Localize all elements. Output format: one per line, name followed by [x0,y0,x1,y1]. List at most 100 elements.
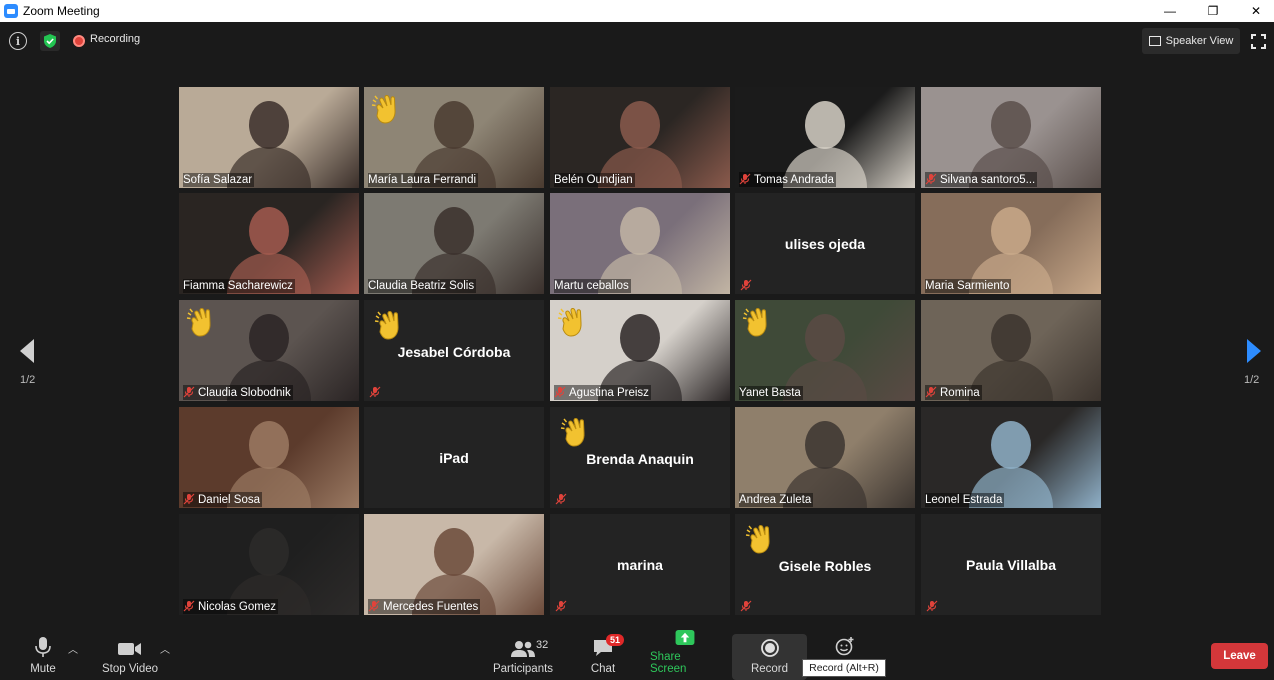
participant-tile[interactable]: Belén Oundjian [550,87,730,188]
participant-tile[interactable]: Yanet Basta [735,300,915,401]
participant-name: Mercedes Fuentes [368,599,481,614]
participant-name: Sofía Salazar [183,173,255,187]
raised-hand-icon [743,522,779,558]
stop-video-label: Stop Video [101,663,159,675]
muted-microphone-icon [183,493,195,505]
participant-tile[interactable]: Mercedes Fuentes [364,514,544,615]
mute-button[interactable]: Mute [20,629,66,680]
participant-tile[interactable]: Andrea Zuleta [735,407,915,508]
fullscreen-icon[interactable] [1251,34,1266,49]
participant-name-center: ulises ojeda [784,236,866,252]
participant-tile[interactable]: Jesabel Córdoba [364,300,544,401]
speaker-view-button[interactable]: Speaker View [1142,28,1240,54]
participant-name: Claudia Beatriz Solis [368,279,477,293]
participant-name-text: Belén Oundjian [554,174,633,186]
participant-silhouette [249,101,289,149]
participant-name-center: marina [617,557,663,573]
previous-page-arrow-icon[interactable] [16,337,38,365]
participant-name: Daniel Sosa [183,492,263,507]
participant-name: Leonel Estrada [925,493,1005,507]
muted-microphone-icon [555,492,567,505]
participant-name-center: Brenda Anaquin [586,451,694,467]
restore-button[interactable]: ❐ [1190,0,1236,22]
recording-indicator-icon [73,35,85,47]
participant-tile[interactable]: Paula Villalba [921,514,1101,615]
participant-name-text: Claudia Beatriz Solis [368,280,475,292]
participant-name-text: Daniel Sosa [198,494,261,506]
participant-silhouette [620,101,660,149]
participant-tile[interactable]: Leonel Estrada [921,407,1101,508]
close-button[interactable]: ✕ [1233,0,1274,22]
muted-microphone-icon [925,173,937,185]
participant-name: Maria Sarmiento [925,279,1012,293]
speaker-view-icon [1148,36,1161,46]
record-button[interactable]: Record [732,629,807,680]
participant-name-center: Jesabel Córdoba [397,344,511,360]
participant-name: Yanet Basta [739,386,803,400]
participant-tile[interactable]: María Laura Ferrandi [364,87,544,188]
encryption-shield-icon[interactable] [40,31,60,51]
audio-options-caret-icon[interactable]: ︿ [68,641,78,656]
meeting-info-icon[interactable]: i [9,32,27,50]
participants-button[interactable]: Participants [490,629,556,680]
participant-name: Belén Oundjian [554,173,635,187]
participant-tile[interactable]: Gisele Robles [735,514,915,615]
leave-button[interactable]: Leave [1211,643,1268,669]
participant-silhouette [434,528,474,576]
muted-microphone-icon [925,386,937,398]
participant-tile[interactable]: Martu ceballos [550,193,730,294]
raised-hand-icon [555,305,591,341]
video-options-caret-icon[interactable]: ︿ [160,641,170,656]
participant-tile[interactable]: Agustina Preisz [550,300,730,401]
meeting-topbar: i Recording Speaker View [0,22,1274,60]
participant-name-text: Yanet Basta [739,387,801,399]
participant-tile[interactable]: Fiamma Sacharewicz [179,193,359,294]
participant-name: María Laura Ferrandi [368,173,479,187]
participant-silhouette [249,207,289,255]
participant-tile[interactable]: Maria Sarmiento [921,193,1101,294]
raised-hand-icon [372,308,408,344]
participant-silhouette [991,101,1031,149]
stop-video-button[interactable]: Stop Video [100,629,160,680]
participant-name-text: Leonel Estrada [925,494,1003,506]
share-screen-button[interactable]: Share Screen [650,629,720,680]
participant-tile[interactable]: Claudia Beatriz Solis [364,193,544,294]
participant-name-text: Nicolas Gomez [198,601,276,613]
participant-name-text: Maria Sarmiento [925,280,1010,292]
participant-silhouette [805,314,845,362]
participant-name-text: Fiamma Sacharewicz [183,280,293,292]
recording-label: Recording [90,33,141,45]
participant-silhouette [991,421,1031,469]
participant-tile[interactable]: Nicolas Gomez [179,514,359,615]
reactions-icon[interactable] [835,636,855,656]
raised-hand-icon [740,305,776,341]
participant-tile[interactable]: Romina [921,300,1101,401]
participant-tile[interactable]: marina [550,514,730,615]
participant-name-center: Paula Villalba [965,557,1056,573]
participant-name-text: Mercedes Fuentes [383,601,479,613]
participant-silhouette [805,421,845,469]
participant-tile[interactable]: Silvana santoro5... [921,87,1101,188]
participant-silhouette [805,101,845,149]
meeting-toolbar: Mute ︿ Stop Video ︿ Participants 32 Chat… [0,629,1274,680]
participant-name-center: Gisele Robles [778,558,872,574]
participant-tile[interactable]: Tomas Andrada [735,87,915,188]
participant-name: Andrea Zuleta [739,493,814,507]
minimize-button[interactable]: — [1147,0,1193,22]
participant-tile[interactable]: iPad [364,407,544,508]
mute-label: Mute [30,663,56,675]
video-camera-icon [118,643,141,655]
participant-tile[interactable]: Brenda Anaquin [550,407,730,508]
page-indicator-right: 1/2 [1244,374,1260,386]
muted-microphone-icon [555,599,567,612]
participant-name-text: Tomas Andrada [754,174,834,186]
participant-tile[interactable]: ulises ojeda [735,193,915,294]
participant-tile[interactable]: Sofía Salazar [179,87,359,188]
next-page-arrow-icon[interactable] [1243,337,1265,365]
participant-name-text: María Laura Ferrandi [368,174,477,186]
participant-tile[interactable]: Claudia Slobodnik [179,300,359,401]
participant-silhouette [991,314,1031,362]
participant-tile[interactable]: Daniel Sosa [179,407,359,508]
muted-microphone-icon [183,386,195,398]
participant-name: Claudia Slobodnik [183,385,293,400]
